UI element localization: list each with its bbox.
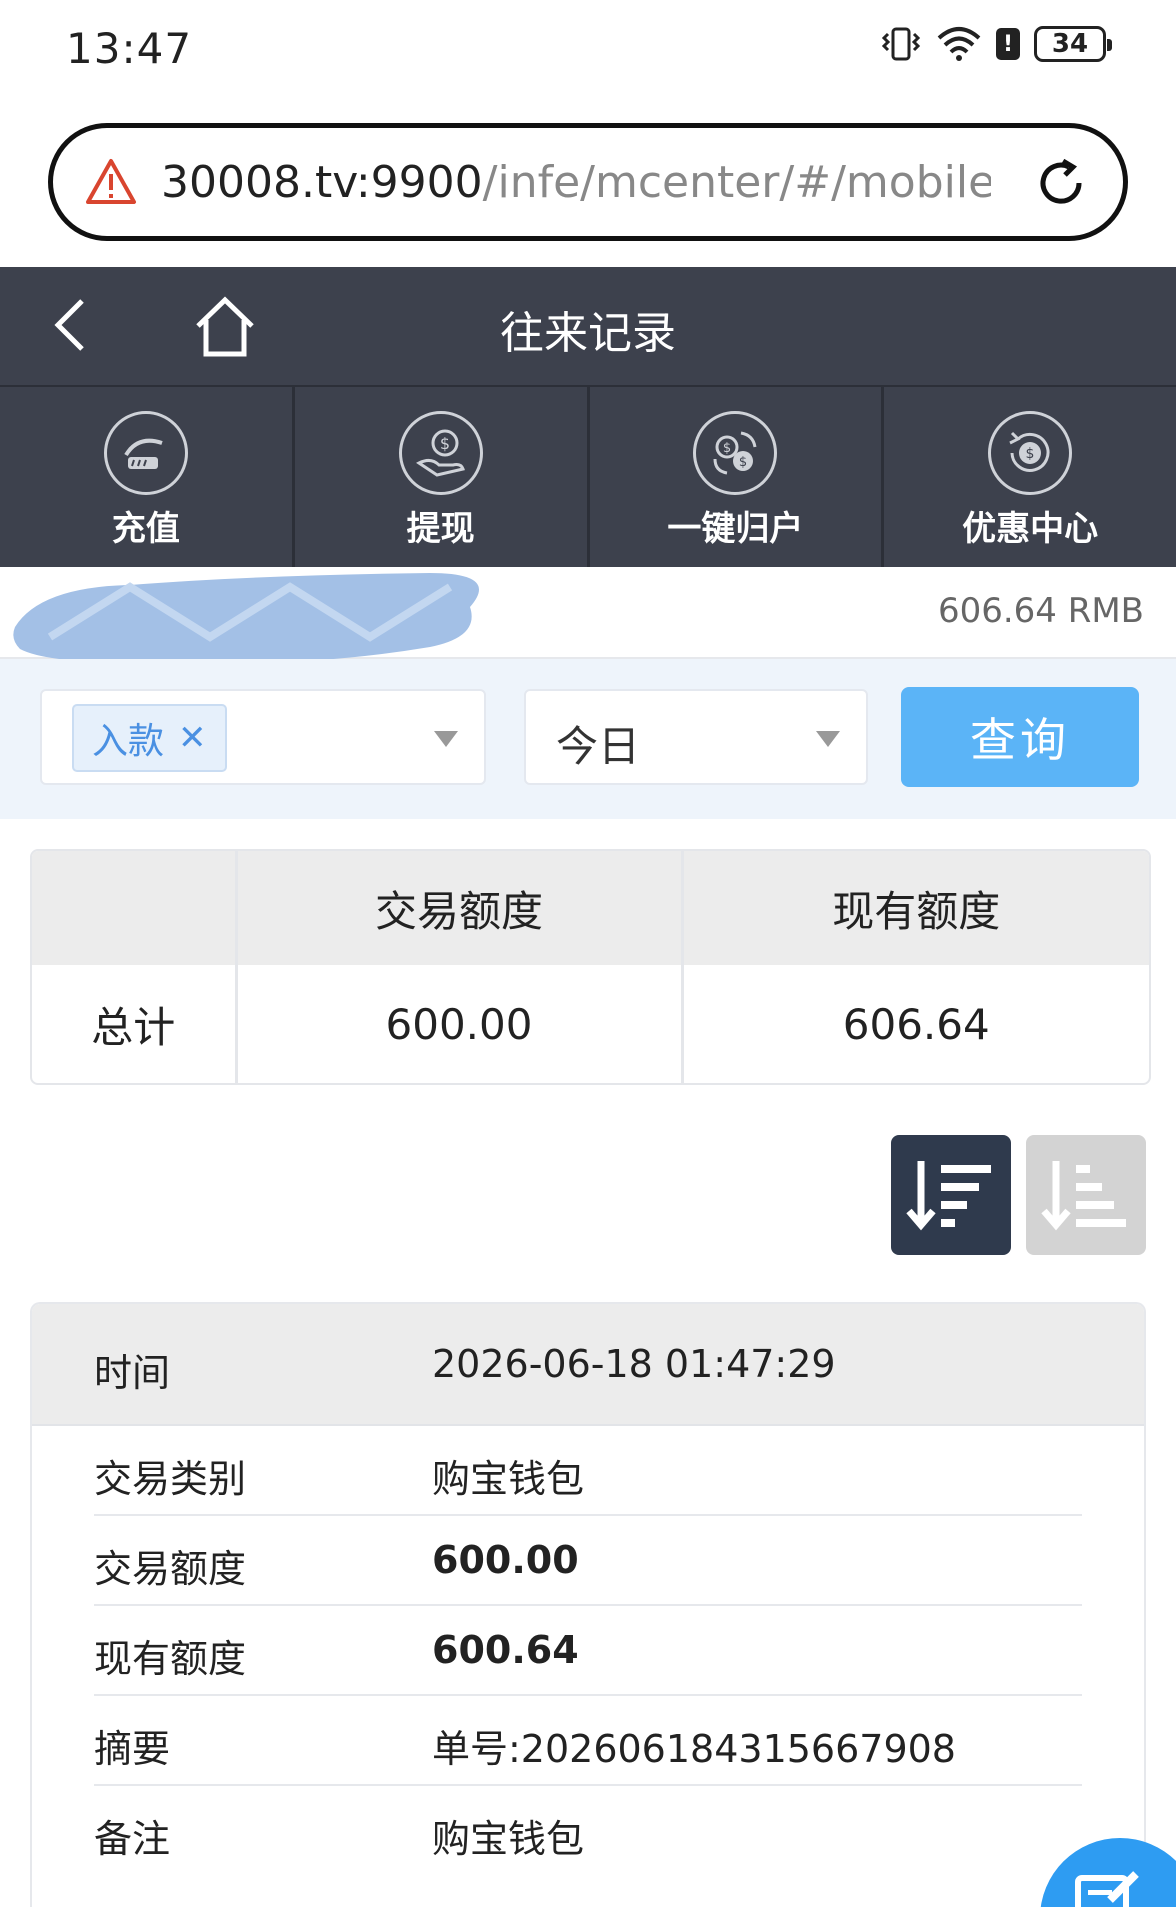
record-time-label: 时间: [94, 1351, 171, 1395]
sort-ascending-icon: [1041, 1161, 1126, 1231]
record-value: 600.00: [432, 1538, 579, 1582]
record-label: 交易额度: [94, 1547, 247, 1591]
tag-remove-icon[interactable]: ✕: [178, 718, 207, 758]
summary-trade-amount: 600.00: [236, 965, 684, 1083]
promo-label: 优惠中心: [962, 509, 1099, 549]
record-value: 单号:202606184315667908: [432, 1727, 956, 1771]
withdraw-icon: $: [398, 411, 483, 495]
transaction-type-select[interactable]: 入款 ✕: [40, 689, 486, 785]
record-row-note: 备注 购宝钱包: [94, 1786, 1082, 1876]
summary-total-label: 总计: [32, 965, 238, 1083]
record-row-summary: 摘要 单号:202606184315667908: [94, 1696, 1082, 1786]
period-value: 今日: [556, 722, 641, 771]
edit-icon: [1075, 1871, 1139, 1907]
warning-icon[interactable]: [85, 156, 137, 208]
deposit-icon: [103, 411, 188, 495]
svg-text:$: $: [1026, 446, 1035, 462]
record-label: 交易类别: [94, 1457, 247, 1501]
reload-icon[interactable]: [1033, 155, 1089, 211]
status-icons: ! 34: [880, 26, 1112, 62]
filter-bar: 入款 ✕ 今日 查询: [0, 659, 1176, 819]
record-label: 摘要: [94, 1727, 171, 1771]
url-bar[interactable]: 30008.tv:9900/infe/mcenter/#/mobile/: [48, 123, 1128, 241]
summary-total-row: 总计 600.00 606.64: [32, 965, 1149, 1083]
record-row-trade-amount: 交易额度 600.00: [94, 1516, 1082, 1606]
record-row-type: 交易类别 购宝钱包: [94, 1426, 1082, 1516]
sort-descending-button[interactable]: [891, 1135, 1011, 1255]
floating-edit-button[interactable]: [1040, 1838, 1176, 1907]
transfer-icon: $ $: [693, 411, 778, 495]
sort-ascending-button[interactable]: [1026, 1135, 1146, 1255]
summary-header-empty: [32, 851, 238, 965]
promo-icon: $: [988, 411, 1073, 495]
record-time-value: 2026-06-18 01:47:29: [432, 1342, 836, 1386]
summary-current-amount: 606.64: [842, 999, 990, 1049]
transfer-label: 一键归户: [667, 509, 804, 549]
type-tag: 入款 ✕: [72, 704, 227, 772]
redacted-account-name: [13, 573, 479, 664]
query-button[interactable]: 查询: [901, 687, 1139, 787]
wifi-icon: [936, 26, 982, 62]
chevron-down-icon: [816, 731, 840, 747]
status-bar: 13:47 ! 34: [0, 0, 1176, 100]
url-host: 30008.tv:9900: [161, 156, 483, 208]
vibrate-icon: [880, 26, 922, 62]
svg-text:$: $: [739, 455, 747, 470]
url-text[interactable]: 30008.tv:9900/infe/mcenter/#/mobile/: [161, 157, 991, 208]
promo-button[interactable]: $ 优惠中心: [884, 387, 1176, 567]
account-row: 606.64 RMB: [0, 567, 1176, 664]
action-grid: 充值 $ 提现 $ $ 一键归户 $ 优惠中心: [0, 385, 1176, 567]
record-header: 时间 2026-06-18 01:47:29: [32, 1304, 1144, 1426]
alert-icon: !: [996, 28, 1020, 60]
status-time: 13:47: [66, 24, 193, 73]
page-title: 往来记录: [500, 308, 676, 359]
record-value: 购宝钱包: [432, 1457, 585, 1501]
svg-text:$: $: [723, 441, 731, 456]
summary-table: 交易额度 现有额度 总计 600.00 606.64: [30, 849, 1151, 1085]
type-tag-label: 入款: [92, 721, 165, 762]
summary-header-row: 交易额度 现有额度: [32, 851, 1149, 965]
sort-descending-icon: [906, 1161, 991, 1231]
url-path: /infe/mcenter/#/mobile/: [482, 156, 991, 208]
record-label: 备注: [94, 1817, 171, 1861]
record-value: 600.64: [432, 1628, 579, 1672]
chevron-down-icon: [434, 731, 458, 747]
account-balance: 606.64 RMB: [937, 591, 1144, 631]
withdraw-label: 提现: [406, 509, 475, 549]
transfer-button[interactable]: $ $ 一键归户: [590, 387, 885, 567]
record-row-current-amount: 现有额度 600.64: [94, 1606, 1082, 1696]
summary-header-trade: 交易额度: [236, 851, 684, 965]
record-value: 购宝钱包: [432, 1817, 585, 1861]
record-card: 时间 2026-06-18 01:47:29 交易类别 购宝钱包 交易额度 60…: [30, 1302, 1146, 1907]
summary-header-current: 现有额度: [682, 851, 1149, 965]
app-header: 往来记录: [0, 267, 1176, 385]
deposit-button[interactable]: 充值: [0, 387, 295, 567]
battery-icon: 34: [1034, 26, 1112, 62]
period-select[interactable]: 今日: [524, 689, 868, 785]
svg-text:$: $: [440, 434, 450, 453]
deposit-label: 充值: [111, 509, 180, 549]
withdraw-button[interactable]: $ 提现: [295, 387, 590, 567]
record-label: 现有额度: [94, 1637, 247, 1681]
